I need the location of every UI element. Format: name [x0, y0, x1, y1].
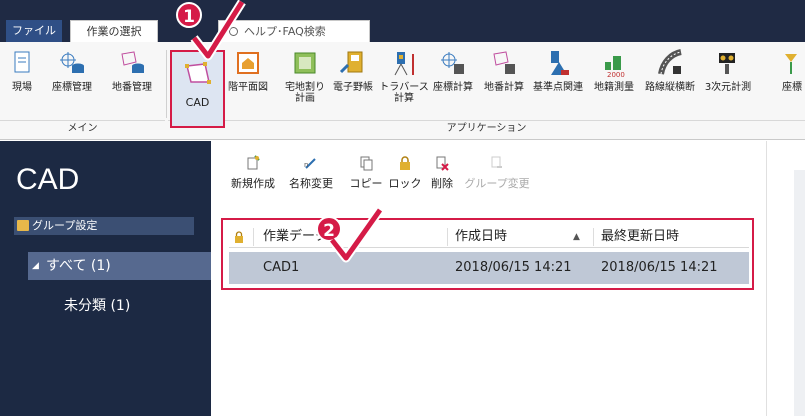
parcel-calc-icon: [493, 51, 515, 74]
field-book-icon: [339, 51, 363, 74]
copy-button[interactable]: コピー: [349, 155, 383, 191]
lot-plan-icon: [294, 52, 316, 74]
delete-label: 削除: [431, 177, 453, 190]
ribbon-3d-measure-button[interactable]: 3次元計測: [705, 48, 751, 114]
delete-icon: [436, 156, 449, 171]
parcel-db-icon: [121, 51, 144, 73]
group-change-button[interactable]: グループ変更: [461, 155, 533, 191]
ribbon-group-main: メイン: [0, 120, 165, 136]
benchmark-icon: [551, 51, 569, 75]
lock-label: ロック: [388, 177, 422, 190]
tree-item-unclassified[interactable]: 未分類 (1): [64, 295, 130, 315]
ribbon-label: 路線縦横断: [645, 82, 695, 93]
sidebar: CAD グループ設定 ◢ すべて (1) 未分類 (1): [0, 141, 211, 416]
folder-settings-icon: [17, 220, 29, 231]
ribbon-group-app: アプリケーション: [168, 120, 805, 136]
ribbon-divider: [166, 50, 167, 118]
group-change-label: グループ変更: [464, 177, 530, 190]
ribbon-tab-bar: ファイル 作業の選択 ヘルプ･FAQ検索: [0, 0, 805, 42]
ribbon-label: 階平面図: [228, 82, 268, 93]
coord-calc-icon: [441, 52, 464, 74]
ribbon-label: 座標管理: [52, 82, 92, 93]
column-header-updated[interactable]: 最終更新日時: [601, 226, 679, 248]
ribbon-label: 地番計算: [484, 82, 524, 93]
ribbon-road-profile-button[interactable]: 路線縦横断: [645, 48, 695, 114]
lock-icon: [400, 156, 410, 170]
svg-text:n: n: [304, 161, 308, 169]
rename-button[interactable]: n 名称変更: [283, 155, 339, 191]
coord-icon: [785, 54, 797, 74]
tab-file[interactable]: ファイル: [6, 20, 62, 42]
site-icon: [14, 51, 30, 73]
tab-work-select[interactable]: 作業の選択: [70, 20, 158, 42]
ribbon-cadastral-button[interactable]: 2000 地籍測量: [594, 48, 634, 114]
lock-column-icon: [235, 231, 243, 243]
new-button[interactable]: 新規作成: [225, 155, 281, 191]
coord-db-icon: [60, 52, 84, 73]
cad-button-label: CAD: [185, 96, 210, 109]
column-header-created[interactable]: 作成日時: [455, 226, 507, 248]
copy-label: コピー: [349, 177, 383, 190]
ribbon-lot-plan-button[interactable]: 宅地割り 計画: [285, 48, 325, 114]
ribbon-traverse-button[interactable]: トラバース 計算: [379, 48, 429, 114]
work-data-table: 作業データ 作成日時 ▲ 最終更新日時 CAD1 2018/06/15 14:2…: [221, 218, 754, 290]
group-settings-label: グループ設定: [32, 219, 98, 232]
cell-created: 2018/06/15 14:21: [455, 260, 572, 275]
cadastral-icon: 2000: [605, 56, 625, 78]
rename-label: 名称変更: [289, 177, 333, 190]
ribbon-label: 地番管理: [112, 82, 152, 93]
ribbon-parcel-db-button[interactable]: 地番管理: [112, 48, 152, 114]
column-divider[interactable]: [593, 228, 594, 246]
sort-ascending-icon: ▲: [573, 232, 580, 242]
new-label: 新規作成: [231, 177, 275, 190]
copy-icon: [360, 156, 373, 171]
step-2-checkmark-icon: [328, 207, 384, 263]
ribbon: 現場 座標管理 地番管理 階平面図 宅地割り 計画 電子野帳 トラバース 計算 …: [0, 42, 805, 140]
step-1-checkmark-icon: [190, 0, 246, 61]
tree-item-all-label: すべて (1): [46, 258, 111, 274]
delete-button[interactable]: 削除: [427, 155, 457, 191]
road-profile-icon: [658, 49, 682, 75]
3d-measure-icon: [719, 53, 735, 74]
column-divider[interactable]: [447, 228, 448, 246]
ribbon-label: 地籍測量: [594, 82, 634, 93]
svg-text:2000: 2000: [607, 71, 625, 78]
tree-item-all[interactable]: ◢ すべて (1): [28, 252, 211, 280]
group-change-icon: [491, 156, 502, 168]
ribbon-label: 3次元計測: [704, 82, 752, 93]
ribbon-parcel-calc-button[interactable]: 地番計算: [484, 48, 524, 114]
ribbon-label: 基準点関連: [533, 82, 583, 93]
ribbon-coord-db-button[interactable]: 座標管理: [52, 48, 92, 114]
cell-name: CAD1: [263, 260, 300, 275]
table-row[interactable]: CAD1 2018/06/15 14:21 2018/06/15 14:21: [229, 252, 749, 284]
new-file-icon: [247, 155, 260, 170]
panel-divider: [766, 141, 767, 416]
ribbon-label: 座標: [782, 82, 802, 93]
traverse-icon: [394, 52, 414, 76]
ribbon-coord-calc-button[interactable]: 座標計算: [433, 48, 473, 114]
page-title: CAD: [16, 163, 80, 196]
rename-icon: n: [304, 158, 316, 169]
ribbon-coord-button[interactable]: 座標: [772, 48, 805, 114]
tree-collapse-icon[interactable]: ◢: [32, 252, 39, 280]
table-header: 作業データ 作成日時 ▲ 最終更新日時: [229, 226, 749, 248]
ribbon-benchmark-button[interactable]: 基準点関連: [533, 48, 583, 114]
preview-panel: [794, 170, 805, 416]
column-divider[interactable]: [253, 228, 254, 246]
lock-button[interactable]: ロック: [388, 155, 422, 191]
ribbon-field-book-button[interactable]: 電子野帳: [333, 48, 373, 114]
cell-updated: 2018/06/15 14:21: [601, 260, 718, 275]
ribbon-site-button[interactable]: 現場: [2, 48, 42, 114]
group-settings-button[interactable]: グループ設定: [14, 217, 194, 235]
